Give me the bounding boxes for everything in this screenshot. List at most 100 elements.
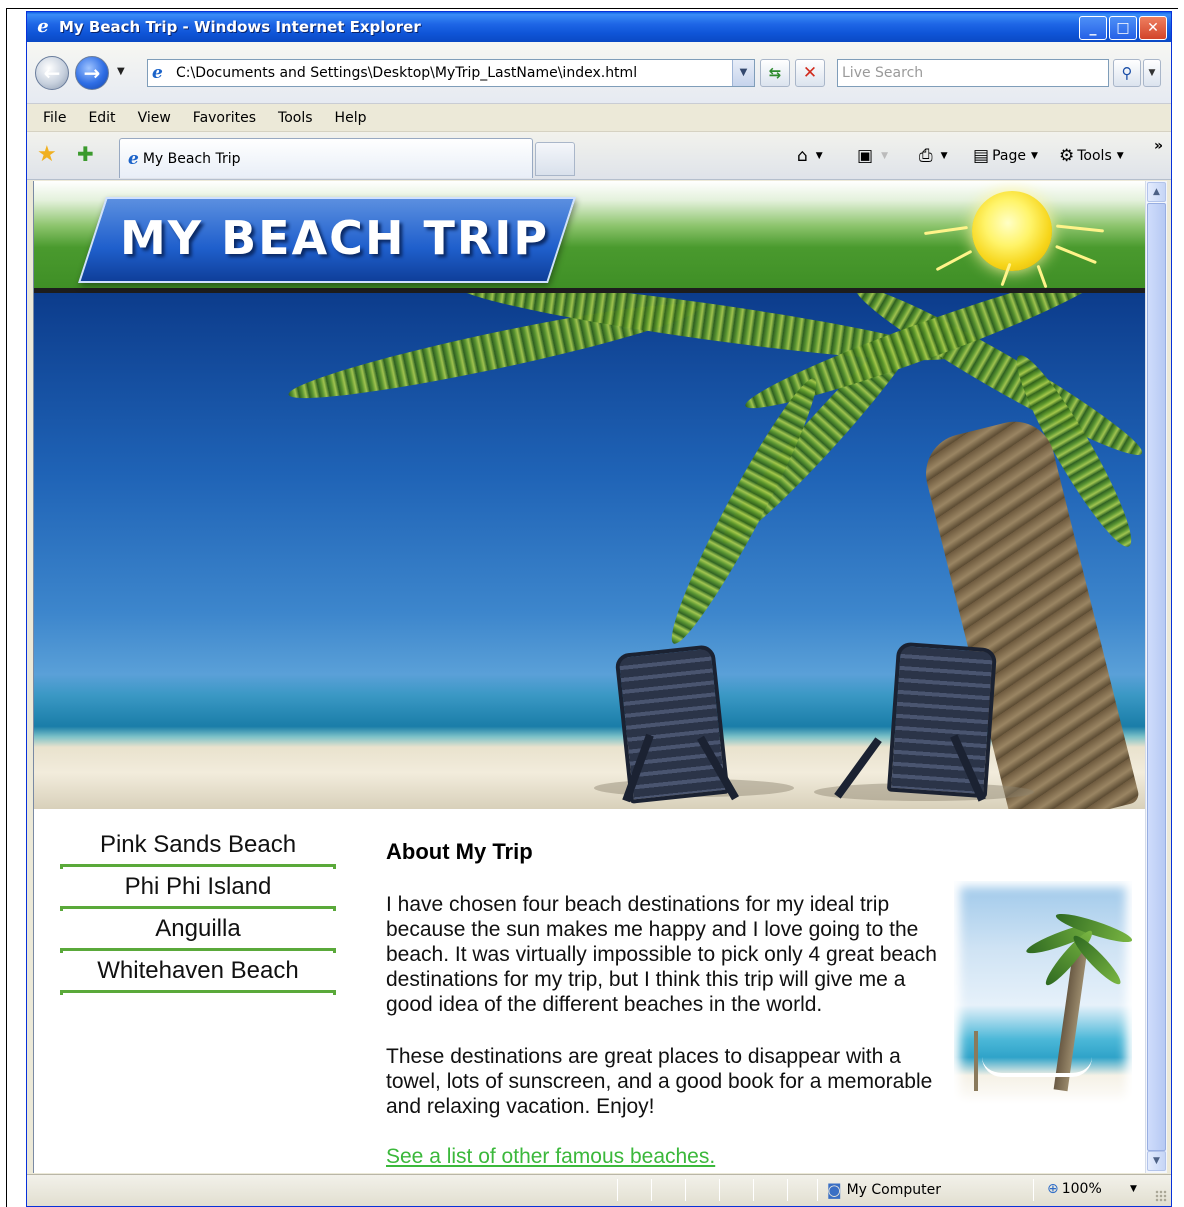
home-dropdown[interactable]: ▼ <box>816 151 823 161</box>
search-icon: ⚲ <box>1121 64 1133 82</box>
back-button[interactable]: ← <box>35 56 69 90</box>
zone-label: My Computer <box>846 1182 941 1198</box>
menu-tools[interactable]: Tools <box>278 110 313 126</box>
address-toolbar: ← → ▼ e C:\Documents and Settings\Deskto… <box>27 42 1171 104</box>
page-ie-icon: e <box>152 63 163 83</box>
nav-underline <box>60 948 336 953</box>
status-divider <box>617 1179 618 1201</box>
tools-dropdown: ▼ <box>1116 151 1124 161</box>
stop-icon: ✕ <box>802 63 818 83</box>
stop-button[interactable]: ✕ <box>795 59 825 87</box>
menu-file[interactable]: File <box>43 110 66 126</box>
tools-menu-label: Tools <box>1077 148 1112 164</box>
print-button[interactable]: ⎙ ▼ <box>919 146 948 166</box>
page-icon: ▤ <box>973 146 990 166</box>
tab-command-bar: ★ ✚ e My Beach Trip ⌂ ▼ ▣ ▼ ⎙ ▼ ▤ Page ▼ ⚙ Too… <box>27 132 1171 180</box>
status-divider <box>685 1179 686 1201</box>
nav-underline <box>60 990 336 995</box>
nav-link-anguilla[interactable]: Anguilla <box>60 911 336 953</box>
tab-label: My Beach Trip <box>142 150 241 167</box>
nav-link-label: Anguilla <box>155 915 241 942</box>
sun-ray <box>924 225 968 236</box>
home-icon: ⌂ <box>797 146 808 166</box>
beach-hero-photo <box>34 293 1145 809</box>
browser-window: e My Beach Trip - Windows Internet Explo… <box>26 11 1172 1207</box>
ie-logo-icon: e <box>37 16 49 37</box>
home-button[interactable]: ⌂ ▼ <box>797 146 823 166</box>
tools-gear-icon: ⚙ <box>1059 146 1075 166</box>
nav-link-phi-phi-island[interactable]: Phi Phi Island <box>60 869 336 911</box>
menu-favorites[interactable]: Favorites <box>193 110 256 126</box>
forward-button[interactable]: → <box>75 56 109 90</box>
resize-grip[interactable] <box>1155 1190 1167 1202</box>
hammock-beach-photo <box>954 881 1132 1107</box>
nav-underline <box>60 864 336 869</box>
feeds-button[interactable]: ▣ ▼ <box>857 146 888 166</box>
famous-beaches-link[interactable]: See a list of other famous beaches. <box>386 1145 715 1169</box>
zoom-level[interactable]: ⊕ 100% <box>1047 1181 1102 1197</box>
hammock-post <box>974 1031 978 1091</box>
page-dropdown: ▼ <box>1030 151 1038 161</box>
security-zone[interactable]: ◙ My Computer <box>827 1181 941 1199</box>
search-button[interactable]: ⚲ <box>1113 59 1141 87</box>
sun-ray <box>935 249 973 272</box>
menu-view[interactable]: View <box>138 110 171 126</box>
address-dropdown-button[interactable]: ▼ <box>732 60 754 86</box>
minimize-button[interactable]: _ <box>1079 16 1107 40</box>
tab-my-beach-trip[interactable]: e My Beach Trip <box>119 138 533 178</box>
nav-link-label: Pink Sands Beach <box>99 831 297 858</box>
close-button[interactable]: ✕ <box>1139 16 1167 40</box>
zoom-dropdown[interactable]: ▼ <box>1130 1184 1137 1194</box>
status-divider <box>817 1179 818 1201</box>
address-bar[interactable]: e C:\Documents and Settings\Desktop\MyTr… <box>147 59 755 87</box>
search-options-dropdown[interactable]: ▼ <box>1143 59 1161 87</box>
menu-bar: File Edit View Favorites Tools Help <box>27 104 1171 132</box>
scroll-down-button[interactable]: ▼ <box>1147 1151 1166 1171</box>
toolbar-overflow-chevron[interactable]: » <box>1154 138 1163 154</box>
nav-link-whitehaven-beach[interactable]: Whitehaven Beach <box>60 953 336 995</box>
zoom-icon: ⊕ <box>1047 1181 1059 1197</box>
title-bar: e My Beach Trip - Windows Internet Explo… <box>27 12 1171 42</box>
refresh-button[interactable]: ⇆ <box>760 59 790 87</box>
web-page-content: MY BEACH TRIP Pink Sands Beach Phi Phi I… <box>33 181 1145 1173</box>
maximize-button[interactable]: □ <box>1109 16 1137 40</box>
status-divider <box>651 1179 652 1201</box>
favorites-star-icon[interactable]: ★ <box>37 142 57 167</box>
menu-help[interactable]: Help <box>335 110 367 126</box>
refresh-icon: ⇆ <box>768 64 782 82</box>
about-heading: About My Trip <box>386 839 533 864</box>
scroll-thumb[interactable] <box>1147 203 1166 1151</box>
nav-link-label: Phi Phi Island <box>124 873 272 900</box>
window-controls: _ □ ✕ <box>1079 16 1167 40</box>
status-bar: ◙ My Computer ⊕ 100% ▼ <box>27 1174 1171 1206</box>
window-title: My Beach Trip - Windows Internet Explore… <box>59 18 421 36</box>
status-divider <box>719 1179 720 1201</box>
vertical-scrollbar[interactable]: ▲ ▼ <box>1145 181 1167 1173</box>
banner-title: MY BEACH TRIP <box>120 211 550 265</box>
tools-menu-button[interactable]: ⚙ Tools ▼ <box>1059 146 1124 166</box>
feeds-dropdown: ▼ <box>881 151 888 161</box>
second-paragraph: These destinations are great places to d… <box>386 1045 933 1118</box>
add-favorites-icon[interactable]: ✚ <box>77 142 94 166</box>
sun-ray <box>1055 224 1105 233</box>
sun-ray <box>1036 264 1048 289</box>
scroll-up-button[interactable]: ▲ <box>1147 182 1166 202</box>
forward-arrow-icon: → <box>83 61 101 85</box>
nav-underline <box>60 906 336 911</box>
zoom-label: 100% <box>1061 1181 1102 1197</box>
menu-edit[interactable]: Edit <box>88 110 115 126</box>
page-menu-label: Page <box>992 148 1026 164</box>
search-input[interactable]: Live Search <box>837 59 1109 87</box>
page-banner: MY BEACH TRIP <box>34 181 1145 293</box>
recent-pages-dropdown[interactable]: ▼ <box>117 66 125 77</box>
tab-ie-icon: e <box>128 148 139 169</box>
nav-link-pink-sands-beach[interactable]: Pink Sands Beach <box>60 827 336 869</box>
new-tab-button[interactable] <box>535 142 575 176</box>
page-menu-button[interactable]: ▤ Page ▼ <box>973 146 1038 166</box>
print-dropdown[interactable]: ▼ <box>941 151 948 161</box>
status-divider <box>1033 1179 1034 1201</box>
url-text[interactable]: C:\Documents and Settings\Desktop\MyTrip… <box>176 65 637 81</box>
status-divider <box>787 1179 788 1201</box>
sun-graphic <box>972 191 1052 271</box>
computer-zone-icon: ◙ <box>827 1181 842 1199</box>
